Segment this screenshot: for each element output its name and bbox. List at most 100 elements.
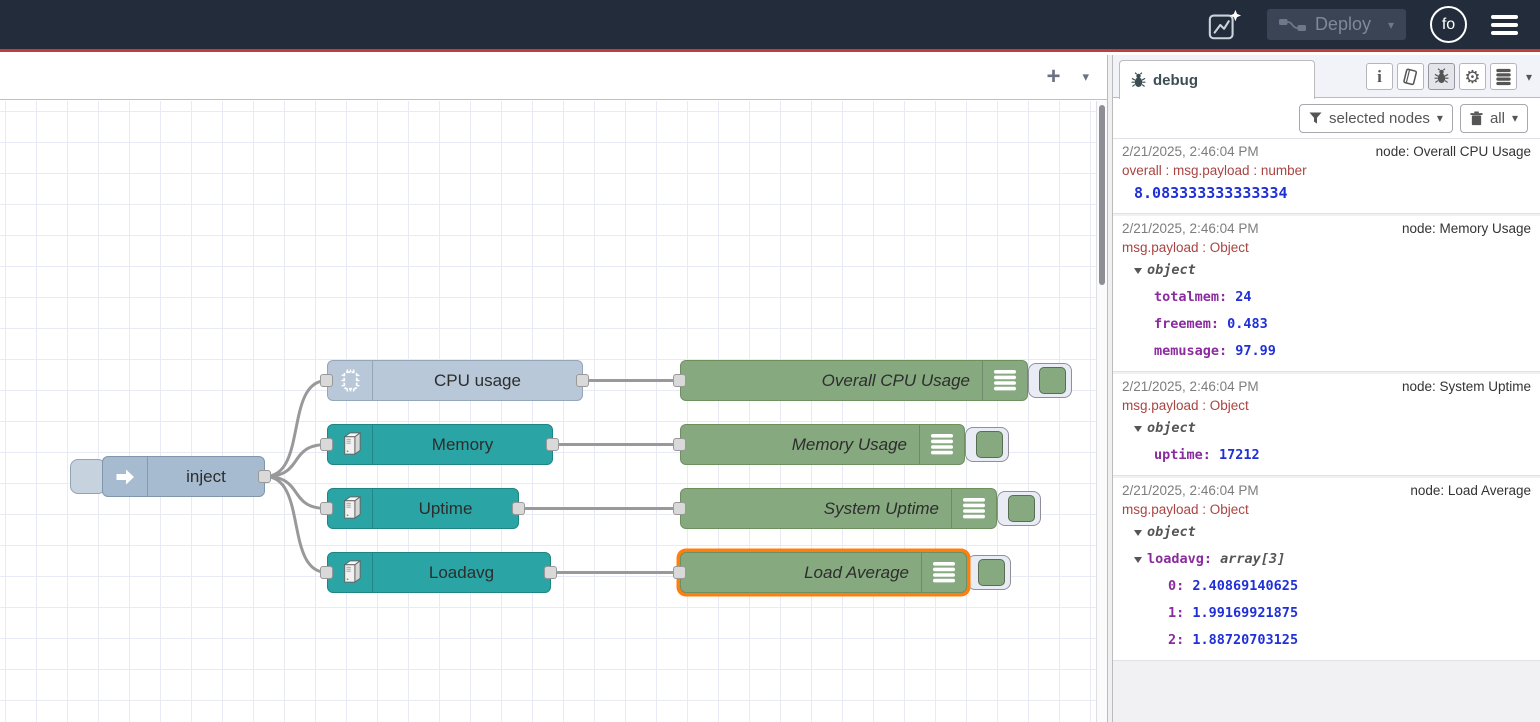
clear-messages-button[interactable]: all ▾ [1460,104,1528,133]
node-label: Overall CPU Usage [681,361,982,400]
node-debug-memory-usage[interactable]: Memory Usage [680,424,965,465]
filter-label: selected nodes [1329,110,1430,127]
node-label: Memory [373,425,552,464]
node-label: Uptime [373,489,518,528]
debug-toggle-load-average[interactable] [967,555,1011,590]
collapse-caret[interactable] [1134,530,1142,536]
node-debug-system-uptime[interactable]: System Uptime [680,488,997,529]
port-in-uptime[interactable] [320,502,333,515]
collapse-caret[interactable] [1134,268,1142,274]
inject-trigger-button[interactable] [70,459,106,494]
message-value: 8.083333333333334 [1122,180,1531,207]
filter-nodes-button[interactable]: selected nodes ▾ [1299,104,1453,133]
message-property: msg.payload : Object [1122,238,1531,257]
export-flow-icon[interactable] [1207,7,1243,43]
wire-inject-uptime[interactable] [265,477,327,509]
debug-message: 2/21/2025, 2:46:04 PM node: Overall CPU … [1113,138,1540,214]
port-out-loadavg[interactable] [544,566,557,579]
node-label: Loadavg [373,553,550,592]
array-entry: 1: 1.99169921875 [1122,600,1531,627]
sidebar: debug i [1113,55,1540,722]
message-source-node: node: Overall CPU Usage [1376,142,1531,161]
message-timestamp: 2/21/2025, 2:46:04 PM [1122,481,1259,500]
debug-message: 2/21/2025, 2:46:04 PM node: System Uptim… [1113,374,1540,476]
wire-inject-memory[interactable] [265,445,327,477]
debug-output-icon [919,425,964,464]
add-flow-button[interactable]: + [1046,67,1060,87]
port-in-debug-load-average[interactable] [673,566,686,579]
node-loadavg[interactable]: Loadavg [327,552,551,593]
info-icon: i [1377,67,1382,87]
port-out-uptime[interactable] [512,502,525,515]
array-entry: 2: 1.88720703125 [1122,627,1531,654]
flow-chart-sparkle-icon [1207,7,1243,43]
port-in-debug-overall-cpu[interactable] [673,374,686,387]
node-label: System Uptime [681,489,951,528]
node-debug-overall-cpu[interactable]: Overall CPU Usage [680,360,1028,401]
message-source-node: node: Load Average [1410,481,1531,500]
tab-debug[interactable]: debug [1119,60,1315,99]
port-out-cpu[interactable] [576,374,589,387]
message-source-node: node: Memory Usage [1402,219,1531,238]
node-debug-load-average[interactable]: Load Average [680,552,967,593]
context-tab-button[interactable] [1490,63,1517,90]
port-in-loadavg[interactable] [320,566,333,579]
collapse-caret[interactable] [1134,557,1142,563]
server-tower-icon [328,425,373,464]
funnel-icon [1309,112,1322,125]
deploy-chevron-down-icon[interactable]: ▾ [1388,18,1394,32]
debug-output-icon [921,553,966,592]
debug-toggle-overall-cpu[interactable] [1028,363,1072,398]
object-entry: freemem: 0.483 [1122,311,1531,338]
deploy-button[interactable]: Deploy ▾ [1267,9,1406,40]
node-uptime[interactable]: Uptime [327,488,519,529]
main-menu-icon[interactable] [1491,15,1518,35]
gear-icon: ⚙ [1464,68,1480,86]
deploy-nodes-icon [1279,17,1306,33]
debug-toggle-memory-usage[interactable] [965,427,1009,462]
port-out-memory[interactable] [546,438,559,451]
trash-icon [1470,111,1483,126]
flow-list-chevron-down-icon[interactable]: ▾ [1082,69,1089,85]
sidebar-menu-chevron-down-icon[interactable]: ▾ [1526,70,1532,84]
clear-chevron-down-icon: ▾ [1512,111,1518,125]
debug-message: 2/21/2025, 2:46:04 PM node: Load Average… [1113,478,1540,661]
node-label: inject [148,457,264,496]
workspace-tabstrip: + ▾ [0,55,1107,100]
message-source-node: node: System Uptime [1402,377,1531,396]
node-label: CPU usage [373,361,582,400]
message-timestamp: 2/21/2025, 2:46:04 PM [1122,377,1259,396]
cpu-chip-icon [328,361,373,400]
debug-tab-button[interactable] [1428,63,1455,90]
object-label: object [1147,420,1196,436]
node-memory[interactable]: Memory [327,424,553,465]
help-tab-button[interactable] [1397,63,1424,90]
port-in-debug-system-uptime[interactable] [673,502,686,515]
port-in-memory[interactable] [320,438,333,451]
object-label: object [1147,262,1196,278]
object-entry: uptime: 17212 [1122,442,1531,469]
port-out-inject[interactable] [258,470,271,483]
message-timestamp: 2/21/2025, 2:46:04 PM [1122,219,1259,238]
info-tab-button[interactable]: i [1366,63,1393,90]
debug-toggle-system-uptime[interactable] [997,491,1041,526]
sidebar-header-buttons: i ⚙ [1366,63,1532,90]
port-in-cpu[interactable] [320,374,333,387]
wire-layer [0,101,1096,722]
book-icon [1401,68,1419,86]
bug-icon [1130,72,1147,89]
flow-canvas[interactable]: inject CPU usage Memo [0,101,1096,722]
user-avatar[interactable]: fo [1430,6,1467,43]
canvas-vertical-scrollbar[interactable] [1096,101,1107,722]
scrollbar-thumb[interactable] [1099,105,1105,285]
clear-label: all [1490,110,1505,127]
node-cpu-usage[interactable]: CPU usage [327,360,583,401]
config-tab-button[interactable]: ⚙ [1459,63,1486,90]
node-inject[interactable]: inject [102,456,265,497]
sidebar-tabstrip: debug i [1113,55,1540,98]
collapse-caret[interactable] [1134,426,1142,432]
port-in-debug-memory-usage[interactable] [673,438,686,451]
debug-toolbar: selected nodes ▾ all ▾ [1113,98,1540,138]
deploy-label: Deploy [1315,14,1371,35]
debug-output-icon [982,361,1027,400]
